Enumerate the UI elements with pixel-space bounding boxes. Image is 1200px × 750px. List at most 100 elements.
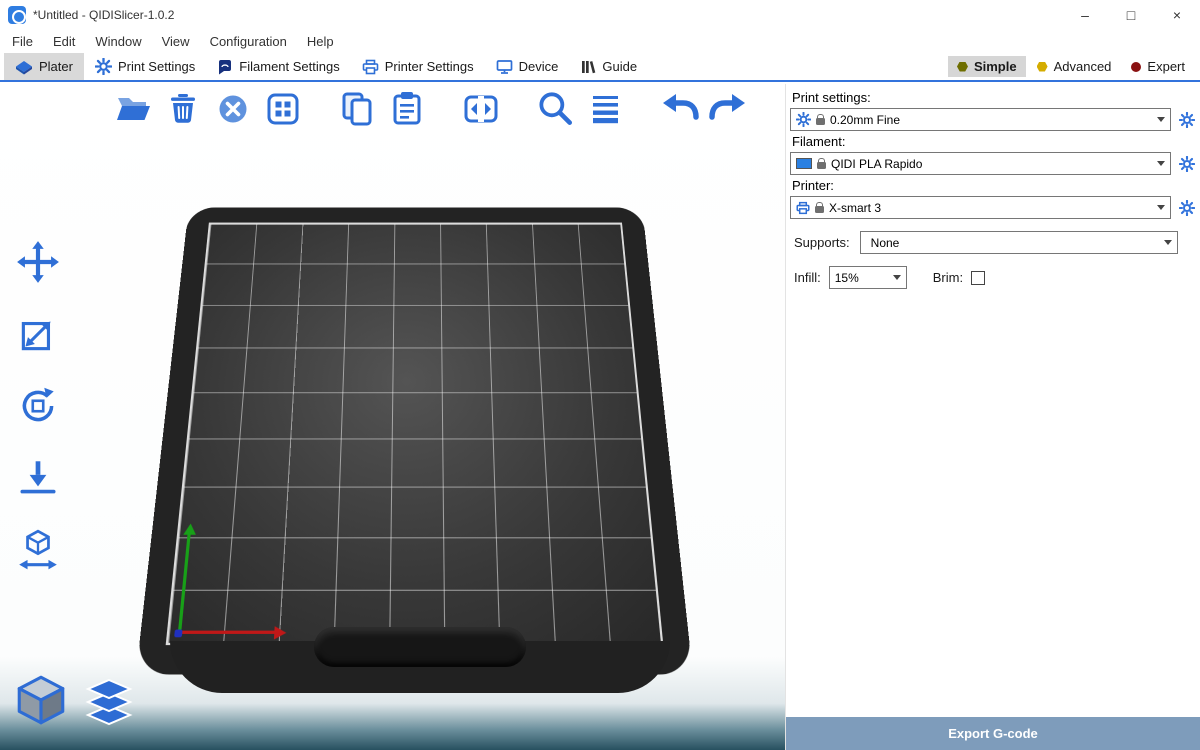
export-gcode-button[interactable]: Export G-code — [786, 717, 1200, 750]
open-file-button[interactable] — [112, 88, 154, 130]
z-axis-indicator — [174, 630, 182, 638]
printer-label: Printer: — [792, 178, 1198, 193]
mode-expert[interactable]: Expert — [1122, 56, 1194, 77]
print-settings-select[interactable]: 0.20mm Fine — [790, 108, 1171, 131]
window-controls: – □ × — [1062, 0, 1200, 30]
undo-icon — [658, 88, 700, 130]
delete-all-icon — [213, 89, 253, 129]
tab-label: Filament Settings — [239, 59, 339, 74]
arrange-icon — [263, 89, 303, 129]
chevron-down-icon — [1164, 240, 1172, 245]
chevron-down-icon — [1157, 161, 1165, 166]
simple-mode-icon — [957, 62, 968, 72]
maximize-button[interactable]: □ — [1108, 0, 1154, 30]
3d-viewport[interactable] — [0, 84, 785, 750]
gear-icon — [1179, 200, 1195, 216]
printer-value: X-smart 3 — [829, 201, 881, 215]
menu-help[interactable]: Help — [297, 32, 344, 51]
supports-label: Supports: — [794, 235, 850, 250]
brim-checkbox[interactable] — [971, 271, 985, 285]
copy-button[interactable] — [336, 88, 378, 130]
minimize-button[interactable]: – — [1062, 0, 1108, 30]
lock-icon — [816, 118, 825, 125]
delete-all-button[interactable] — [212, 88, 254, 130]
measure-button[interactable] — [12, 524, 64, 576]
copy-icon — [337, 89, 377, 129]
supports-select[interactable]: None — [860, 231, 1178, 254]
tab-label: Print Settings — [118, 59, 195, 74]
measure-icon — [15, 527, 61, 573]
layers-preview-button[interactable] — [82, 675, 136, 734]
guide-icon — [580, 59, 596, 75]
object-toolbar — [12, 236, 64, 576]
menu-view[interactable]: View — [152, 32, 200, 51]
printer-gear-button[interactable] — [1178, 199, 1196, 217]
split-objects-button[interactable] — [460, 88, 502, 130]
mode-label: Expert — [1147, 59, 1185, 74]
gear-icon — [796, 112, 811, 127]
redo-button[interactable] — [708, 88, 750, 130]
search-button[interactable] — [534, 88, 576, 130]
undo-button[interactable] — [658, 88, 700, 130]
filament-value: QIDI PLA Rapido — [831, 157, 922, 171]
mode-selector: Simple Advanced Expert — [948, 53, 1200, 80]
filament-gear-button[interactable] — [1178, 155, 1196, 173]
tab-plater[interactable]: Plater — [4, 53, 84, 80]
lock-icon — [815, 206, 824, 213]
rotate-button[interactable] — [12, 380, 64, 432]
gear-icon — [1179, 112, 1195, 128]
x-axis-indicator — [178, 631, 282, 634]
tab-printer-settings[interactable]: Printer Settings — [351, 53, 485, 80]
mode-label: Advanced — [1054, 59, 1112, 74]
layers-preview-icon — [82, 675, 136, 729]
delete-icon — [163, 89, 203, 129]
printer-icon — [796, 201, 810, 215]
arrange-button[interactable] — [262, 88, 304, 130]
infill-select[interactable]: 15% — [829, 266, 907, 289]
close-button[interactable]: × — [1154, 0, 1200, 30]
mode-simple[interactable]: Simple — [948, 56, 1026, 77]
printer-select[interactable]: X-smart 3 — [790, 196, 1171, 219]
bed-grid-surface — [166, 223, 664, 645]
device-icon — [496, 59, 513, 75]
app-logo-icon — [8, 6, 26, 24]
mode-advanced[interactable]: Advanced — [1028, 56, 1121, 77]
variable-layer-height-icon — [585, 89, 625, 129]
brim-label: Brim: — [933, 270, 963, 285]
menu-file[interactable]: File — [2, 32, 43, 51]
print-settings-value: 0.20mm Fine — [830, 113, 900, 127]
menu-configuration[interactable]: Configuration — [200, 32, 297, 51]
titlebar: *Untitled - QIDISlicer-1.0.2 – □ × — [0, 0, 1200, 30]
view-controls — [12, 671, 136, 734]
paste-button[interactable] — [386, 88, 428, 130]
redo-icon — [708, 88, 750, 130]
open-folder-icon — [113, 89, 153, 129]
print-settings-label: Print settings: — [792, 90, 1198, 105]
chevron-down-icon — [893, 275, 901, 280]
tab-label: Plater — [39, 59, 73, 74]
tab-device[interactable]: Device — [485, 53, 570, 80]
bed-front-apron — [170, 641, 670, 693]
scale-icon — [15, 311, 61, 357]
tab-guide[interactable]: Guide — [569, 53, 648, 80]
filament-color-swatch — [796, 158, 812, 169]
3d-editor-view-button[interactable] — [12, 671, 70, 734]
print-bed — [140, 159, 700, 739]
plater-icon — [15, 59, 33, 75]
variable-layer-height-button[interactable] — [584, 88, 626, 130]
delete-button[interactable] — [162, 88, 204, 130]
tab-label: Printer Settings — [385, 59, 474, 74]
tab-filament-settings[interactable]: Filament Settings — [206, 53, 350, 80]
place-on-face-button[interactable] — [12, 452, 64, 504]
tab-print-settings[interactable]: Print Settings — [84, 53, 206, 80]
print-settings-gear-button[interactable] — [1178, 111, 1196, 129]
move-button[interactable] — [12, 236, 64, 288]
place-on-face-icon — [15, 455, 61, 501]
scale-button[interactable] — [12, 308, 64, 360]
filament-select[interactable]: QIDI PLA Rapido — [790, 152, 1171, 175]
menu-window[interactable]: Window — [85, 32, 151, 51]
menu-edit[interactable]: Edit — [43, 32, 85, 51]
infill-value: 15% — [835, 271, 859, 285]
lock-icon — [817, 162, 826, 169]
paste-icon — [387, 89, 427, 129]
